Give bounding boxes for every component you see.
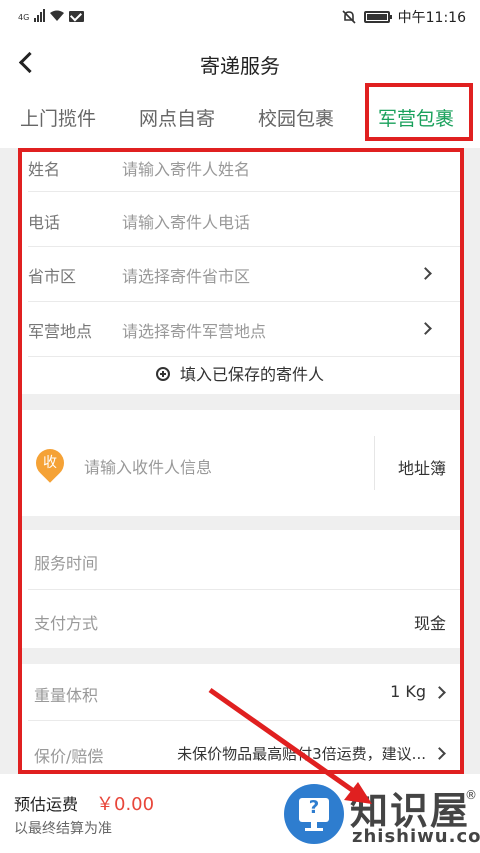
sender-phone-input[interactable]: 请输入寄件人电话 [122, 209, 250, 233]
chevron-right-icon [433, 747, 446, 760]
watermark-domain: zhishiwu.com [352, 826, 480, 847]
sender-camp-row[interactable]: 军营地点 请选择寄件军营地点 [18, 302, 462, 356]
battery-icon [363, 11, 392, 23]
title-bar: 寄递服务 [0, 34, 480, 90]
estimate-value: ￥0.00 [96, 794, 155, 815]
payment-row[interactable]: 支付方式 现金 [18, 590, 462, 648]
package-card: 重量体积 1 Kg 保价/赔偿 未保价物品最高赔付3倍运费，建议... [18, 664, 462, 774]
sender-camp-select[interactable]: 请选择寄件军营地点 [122, 318, 266, 342]
chevron-right-icon [419, 322, 432, 335]
sender-name-label: 姓名 [28, 160, 61, 179]
insurance-value: 未保价物品最高赔付3倍运费，建议... [177, 745, 426, 763]
service-card: 服务时间 支付方式 现金 [18, 530, 462, 648]
receiver-pin-icon: 收 [30, 443, 70, 483]
receiver-input[interactable]: 请输入收件人信息 [84, 454, 212, 478]
payment-label: 支付方式 [34, 614, 99, 633]
weight-value: 1 Kg [390, 682, 426, 701]
divider [28, 356, 462, 357]
sender-phone-label: 电话 [28, 213, 61, 232]
service-time-row[interactable]: 服务时间 [18, 530, 462, 589]
receiver-row[interactable]: 请输入收件人信息 [18, 410, 462, 516]
sender-name-row[interactable]: 姓名 请输入寄件人姓名 [18, 148, 462, 192]
payment-value: 现金 [413, 614, 446, 633]
tab-branch-self-send[interactable]: 网点自寄 [139, 104, 215, 131]
tab-campus-parcel[interactable]: 校园包裹 [258, 104, 334, 131]
sender-camp-label: 军营地点 [28, 322, 93, 341]
sender-region-row[interactable]: 省市区 请选择寄件省市区 [18, 247, 462, 301]
address-book-button[interactable]: 地址簿 [398, 455, 446, 479]
chevron-right-icon [419, 267, 432, 280]
service-time-label: 服务时间 [34, 554, 99, 573]
plus-circle-icon [155, 367, 170, 381]
sender-name-input[interactable]: 请输入寄件人姓名 [122, 156, 250, 180]
bell-off-icon [342, 10, 356, 24]
sender-region-label: 省市区 [28, 267, 77, 286]
insurance-row[interactable]: 保价/赔偿 未保价物品最高赔付3倍运费，建议... [18, 721, 462, 774]
status-bar: 4G 中午11:16 [0, 0, 480, 34]
sender-card: 姓名 请输入寄件人姓名 电话 请输入寄件人电话 省市区 请选择寄件省市区 军营地… [18, 148, 462, 394]
chevron-right-icon [433, 686, 446, 699]
receiver-badge: 收 [43, 455, 57, 471]
page-title: 寄递服务 [200, 54, 280, 78]
wifi-icon [50, 10, 65, 21]
tab-door-pickup[interactable]: 上门揽件 [20, 104, 96, 131]
network-type: 4G [18, 13, 30, 22]
weight-row[interactable]: 重量体积 1 Kg [18, 664, 462, 720]
estimate-label: 预估运费 [14, 795, 79, 814]
watermark-registered: ® [465, 788, 477, 802]
weight-label: 重量体积 [34, 686, 99, 705]
tab-highlight-frame [365, 83, 473, 141]
divider [374, 436, 375, 490]
receiver-card: 请输入收件人信息 地址簿 [18, 410, 462, 516]
sender-phone-row[interactable]: 电话 请输入寄件人电话 [18, 192, 462, 246]
fill-saved-sender-label: 填入已保存的寄件人 [179, 365, 324, 384]
insurance-label: 保价/赔偿 [34, 747, 104, 766]
sender-region-select[interactable]: 请选择寄件省市区 [122, 263, 250, 287]
estimate-note: 以最终结算为准 [14, 821, 112, 837]
watermark-monitor-icon: ? [284, 784, 344, 844]
clock: 中午11:16 [397, 10, 466, 26]
fill-saved-sender-button[interactable]: 填入已保存的寄件人 [18, 361, 462, 385]
status-right: 中午11:16 [342, 7, 466, 27]
signal-icon [34, 8, 46, 22]
status-left: 4G [18, 8, 85, 22]
mail-icon [69, 11, 85, 22]
